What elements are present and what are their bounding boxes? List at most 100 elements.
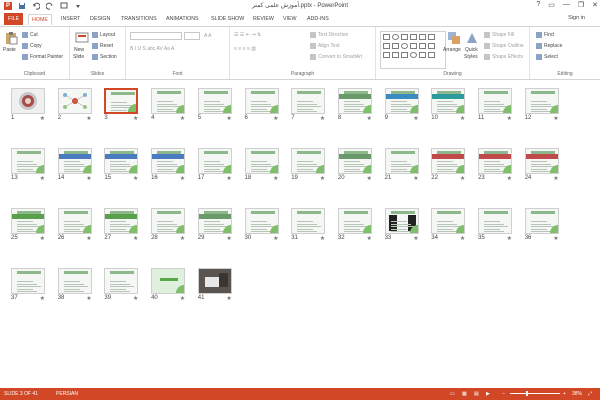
transition-star-icon[interactable]: ★	[367, 235, 372, 242]
quick-styles-icon[interactable]	[465, 31, 479, 45]
font-size-buttons[interactable]: A A	[204, 33, 212, 39]
new-slide-icon[interactable]	[75, 31, 89, 45]
slide-thumbnail[interactable]	[431, 148, 466, 174]
slide-thumbnail[interactable]	[197, 88, 232, 114]
section-button[interactable]: Section	[92, 54, 117, 60]
slide-thumbnail-item[interactable]: 23 ★	[478, 148, 512, 182]
slide-thumbnail-item[interactable]: 3 ★	[104, 88, 139, 122]
zoom-in-icon[interactable]: +	[563, 391, 566, 397]
slide-show-view-icon[interactable]: ▶	[486, 391, 490, 397]
slide-thumbnail-item[interactable]: 28 ★	[151, 208, 186, 242]
transition-star-icon[interactable]: ★	[86, 235, 91, 242]
sign-in-link[interactable]: Sign in	[568, 15, 585, 21]
transition-star-icon[interactable]: ★	[226, 295, 231, 302]
copy-button[interactable]: Copy	[22, 43, 42, 49]
transition-star-icon[interactable]: ★	[273, 115, 278, 122]
slide-thumbnail-item[interactable]: 40 ★	[151, 268, 186, 302]
transition-star-icon[interactable]: ★	[553, 175, 558, 182]
transition-star-icon[interactable]: ★	[226, 175, 231, 182]
transition-star-icon[interactable]: ★	[180, 175, 185, 182]
paste-button[interactable]: Paste	[3, 47, 16, 53]
slide-thumbnail-item[interactable]: 36 ★	[524, 208, 559, 242]
slide-thumbnail[interactable]	[524, 88, 559, 114]
slide-thumbnail[interactable]	[151, 208, 186, 234]
slide-thumbnail[interactable]	[478, 208, 512, 234]
slide-thumbnail[interactable]	[524, 148, 559, 174]
slide-thumbnail[interactable]	[337, 148, 372, 174]
reading-view-icon[interactable]: ▤	[474, 391, 479, 397]
shape-outline-button[interactable]: Shape Outline	[484, 43, 524, 49]
slide-thumbnail[interactable]	[151, 88, 186, 114]
transition-star-icon[interactable]: ★	[413, 175, 418, 182]
slide-thumbnail-item[interactable]: 15 ★	[104, 148, 139, 182]
transition-star-icon[interactable]: ★	[180, 295, 185, 302]
transition-star-icon[interactable]: ★	[460, 115, 465, 122]
slide-thumbnail[interactable]	[384, 208, 419, 234]
transition-star-icon[interactable]: ★	[367, 115, 372, 122]
tab-view[interactable]: VIEW	[280, 14, 300, 25]
slide-thumbnail-item[interactable]: 7 ★	[291, 88, 326, 122]
tab-insert[interactable]: INSERT	[58, 14, 83, 25]
minimize-icon[interactable]: —	[563, 1, 570, 9]
slide-thumbnail-item[interactable]: 38 ★	[57, 268, 92, 302]
slide-thumbnail-item[interactable]: 33 ★	[384, 208, 419, 242]
transition-star-icon[interactable]: ★	[86, 115, 91, 122]
transition-star-icon[interactable]: ★	[367, 175, 372, 182]
slide-thumbnail[interactable]	[244, 88, 279, 114]
slide-thumbnail-item[interactable]: 39 ★	[104, 268, 139, 302]
font-style-buttons[interactable]: B I U S abc AV Aa A	[130, 46, 174, 52]
restore-icon[interactable]: ❐	[578, 1, 584, 9]
slide-thumbnail-item[interactable]: 1 ★	[11, 88, 45, 122]
cut-button[interactable]: Cut	[22, 32, 38, 38]
reset-button[interactable]: Reset	[92, 43, 113, 49]
transition-star-icon[interactable]: ★	[273, 175, 278, 182]
transition-star-icon[interactable]: ★	[320, 175, 325, 182]
format-painter-button[interactable]: Format Painter	[22, 54, 63, 60]
transition-star-icon[interactable]: ★	[86, 295, 91, 302]
slide-thumbnail[interactable]	[11, 208, 45, 234]
font-size-input[interactable]	[184, 32, 200, 40]
layout-button[interactable]: Layout	[92, 32, 115, 38]
slide-sorter-view-icon[interactable]: ▦	[462, 391, 467, 397]
transition-star-icon[interactable]: ★	[553, 235, 558, 242]
slide-thumbnail[interactable]	[104, 148, 139, 174]
transition-star-icon[interactable]: ★	[40, 115, 45, 122]
transition-star-icon[interactable]: ★	[180, 115, 185, 122]
slide-thumbnail-item[interactable]: 26 ★	[57, 208, 92, 242]
fit-to-window-icon[interactable]: ⤢	[588, 391, 592, 397]
slide-thumbnail-item[interactable]: 9 ★	[384, 88, 419, 122]
transition-star-icon[interactable]: ★	[226, 115, 231, 122]
slide-thumbnail[interactable]	[197, 148, 232, 174]
slide-thumbnail-item[interactable]: 6 ★	[244, 88, 279, 122]
slide-thumbnail[interactable]	[197, 208, 232, 234]
slide-thumbnail-item[interactable]: 37 ★	[11, 268, 45, 302]
normal-view-icon[interactable]: ▭	[450, 391, 455, 397]
slide-thumbnail-item[interactable]: 8 ★	[337, 88, 372, 122]
slide-thumbnail-item[interactable]: 32 ★	[337, 208, 372, 242]
transition-star-icon[interactable]: ★	[553, 115, 558, 122]
slide-thumbnail[interactable]	[57, 88, 92, 114]
tab-home[interactable]: HOME	[28, 14, 52, 25]
slide-thumbnail-item[interactable]: 19 ★	[291, 148, 326, 182]
shape-effects-button[interactable]: Shape Effects	[484, 54, 523, 60]
new-slide-button[interactable]: New	[74, 47, 84, 53]
slide-thumbnail-item[interactable]: 13 ★	[11, 148, 45, 182]
transition-star-icon[interactable]: ★	[40, 295, 45, 302]
zoom-out-icon[interactable]: −	[502, 391, 505, 397]
slide-thumbnail-item[interactable]: 16 ★	[151, 148, 186, 182]
slide-thumbnail-item[interactable]: 12 ★	[524, 88, 559, 122]
transition-star-icon[interactable]: ★	[460, 235, 465, 242]
slide-thumbnail[interactable]	[151, 148, 186, 174]
transition-star-icon[interactable]: ★	[133, 295, 138, 302]
slide-thumbnail[interactable]	[11, 148, 45, 174]
select-button[interactable]: Select	[536, 54, 558, 60]
slide-thumbnail-item[interactable]: 11 ★	[478, 88, 512, 122]
list-buttons[interactable]: ☰ ☰ ⇤ ⇥ ⇅	[234, 32, 261, 38]
slide-thumbnail[interactable]	[104, 208, 139, 234]
arrange-button[interactable]: Arrange	[443, 47, 461, 53]
slide-thumbnail-item[interactable]: 5 ★	[197, 88, 232, 122]
slide-thumbnail-item[interactable]: 30 ★	[244, 208, 279, 242]
slide-thumbnail-item[interactable]: 22 ★	[431, 148, 466, 182]
slide-thumbnail[interactable]	[291, 148, 326, 174]
slide-thumbnail-item[interactable]: 27 ★	[104, 208, 139, 242]
